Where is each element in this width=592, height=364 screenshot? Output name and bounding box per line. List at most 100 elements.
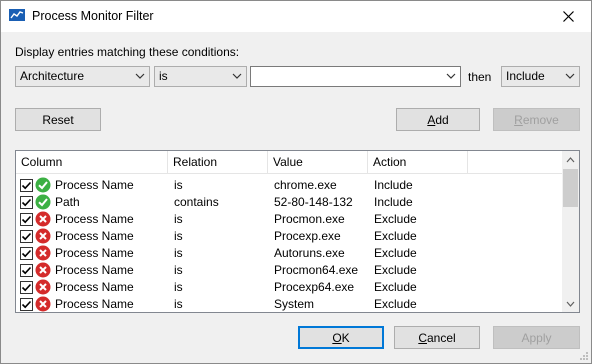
cell-action: Exclude [374,297,417,311]
cell-relation: is [174,246,183,260]
table-row[interactable]: Process Name is System Exclude [16,296,563,312]
close-icon [562,11,574,22]
table-row[interactable]: Process Name is chrome.exe Include [16,177,563,194]
column-select-value: Architecture [20,69,85,83]
cell-action: Exclude [374,280,417,294]
table-row[interactable]: Path contains 52-80-148-132 Include [16,194,563,211]
header-column[interactable]: Column [16,151,168,173]
cell-column: Process Name [55,212,134,226]
row-checkbox[interactable] [20,179,33,192]
row-checkbox[interactable] [20,264,33,277]
process-monitor-app-icon [9,9,25,21]
then-label: then [468,70,492,84]
chevron-up-icon [566,156,575,162]
exclude-x-icon [35,228,51,244]
cell-column: Process Name [55,263,134,277]
ok-button-label: OK [332,330,350,345]
chevron-down-icon [566,301,575,307]
list-header: Column Relation Value Action [16,151,563,174]
cell-relation: is [174,280,183,294]
header-action[interactable]: Action [368,151,468,173]
cell-relation: contains [174,195,219,209]
cell-column: Process Name [55,178,134,192]
close-button[interactable] [545,1,591,32]
relation-select[interactable]: is [154,66,247,87]
cell-column: Process Name [55,246,134,260]
action-select[interactable]: Include [501,66,580,87]
cell-value: Autoruns.exe [274,246,345,260]
scroll-down-button[interactable] [562,295,579,312]
add-button-label: Add [427,112,449,127]
filter-dialog: Process Monitor Filter Display entries m… [0,0,592,364]
ok-button[interactable]: OK [298,326,384,349]
reset-button-label: Reset [42,112,74,127]
cell-value: Procexp64.exe [274,280,355,294]
scroll-up-button[interactable] [562,151,579,168]
cell-value: Procmon64.exe [274,263,359,277]
title-bar: Process Monitor Filter [1,1,591,32]
cell-value: 52-80-148-132 [274,195,353,209]
cell-action: Include [374,195,413,209]
table-row[interactable]: Process Name is Procexp.exe Exclude [16,228,563,245]
header-relation[interactable]: Relation [168,151,268,173]
cell-action: Exclude [374,229,417,243]
table-row[interactable]: Process Name is Procmon.exe Exclude [16,211,563,228]
remove-button[interactable]: Remove [493,108,580,131]
chevron-down-icon [565,73,575,79]
exclude-x-icon [35,279,51,295]
resize-grip-icon[interactable] [579,351,589,361]
header-value[interactable]: Value [268,151,368,173]
cell-relation: is [174,297,183,311]
remove-button-label: Remove [514,112,559,127]
cell-column: Process Name [55,297,134,311]
include-check-icon [35,177,51,193]
table-row[interactable]: Process Name is Procexp64.exe Exclude [16,279,563,296]
row-checkbox[interactable] [20,230,33,243]
relation-select-value: is [159,69,168,83]
row-checkbox[interactable] [20,281,33,294]
cell-value: Procexp.exe [274,229,341,243]
apply-button-label: Apply [521,330,552,345]
include-check-icon [35,194,51,210]
exclude-x-icon [35,262,51,278]
value-combobox[interactable] [250,66,461,87]
chevron-down-icon [446,73,456,79]
row-checkbox[interactable] [20,213,33,226]
cell-column: Process Name [55,229,134,243]
exclude-x-icon [35,211,51,227]
chevron-down-icon [135,73,145,79]
vertical-scrollbar[interactable] [562,151,579,312]
cell-relation: is [174,229,183,243]
cell-column: Process Name [55,280,134,294]
apply-button[interactable]: Apply [493,326,580,349]
cell-value: System [274,297,315,311]
cell-action: Include [374,178,413,192]
cancel-button-label: Cancel [418,330,456,345]
exclude-x-icon [35,245,51,261]
filter-list[interactable]: Column Relation Value Action Process Nam… [15,150,580,313]
row-checkbox[interactable] [20,247,33,260]
cell-action: Exclude [374,263,417,277]
column-select[interactable]: Architecture [15,66,150,87]
cell-relation: is [174,212,183,226]
action-select-value: Include [506,69,545,83]
table-row[interactable]: Process Name is Procmon64.exe Exclude [16,262,563,279]
row-checkbox[interactable] [20,196,33,209]
cell-relation: is [174,263,183,277]
cell-relation: is [174,178,183,192]
cell-action: Exclude [374,212,417,226]
reset-button[interactable]: Reset [15,108,101,131]
table-row[interactable]: Process Name is Autoruns.exe Exclude [16,245,563,262]
cell-value: Procmon.exe [274,212,345,226]
row-checkbox[interactable] [20,298,33,311]
window-title: Process Monitor Filter [32,9,154,23]
cell-value: chrome.exe [274,178,337,192]
chevron-down-icon [232,73,242,79]
scroll-thumb[interactable] [563,169,578,207]
cell-column: Path [55,195,80,209]
add-button[interactable]: Add [396,108,480,131]
conditions-label: Display entries matching these condition… [15,45,240,59]
exclude-x-icon [35,296,51,312]
cancel-button[interactable]: Cancel [394,326,480,349]
cell-action: Exclude [374,246,417,260]
